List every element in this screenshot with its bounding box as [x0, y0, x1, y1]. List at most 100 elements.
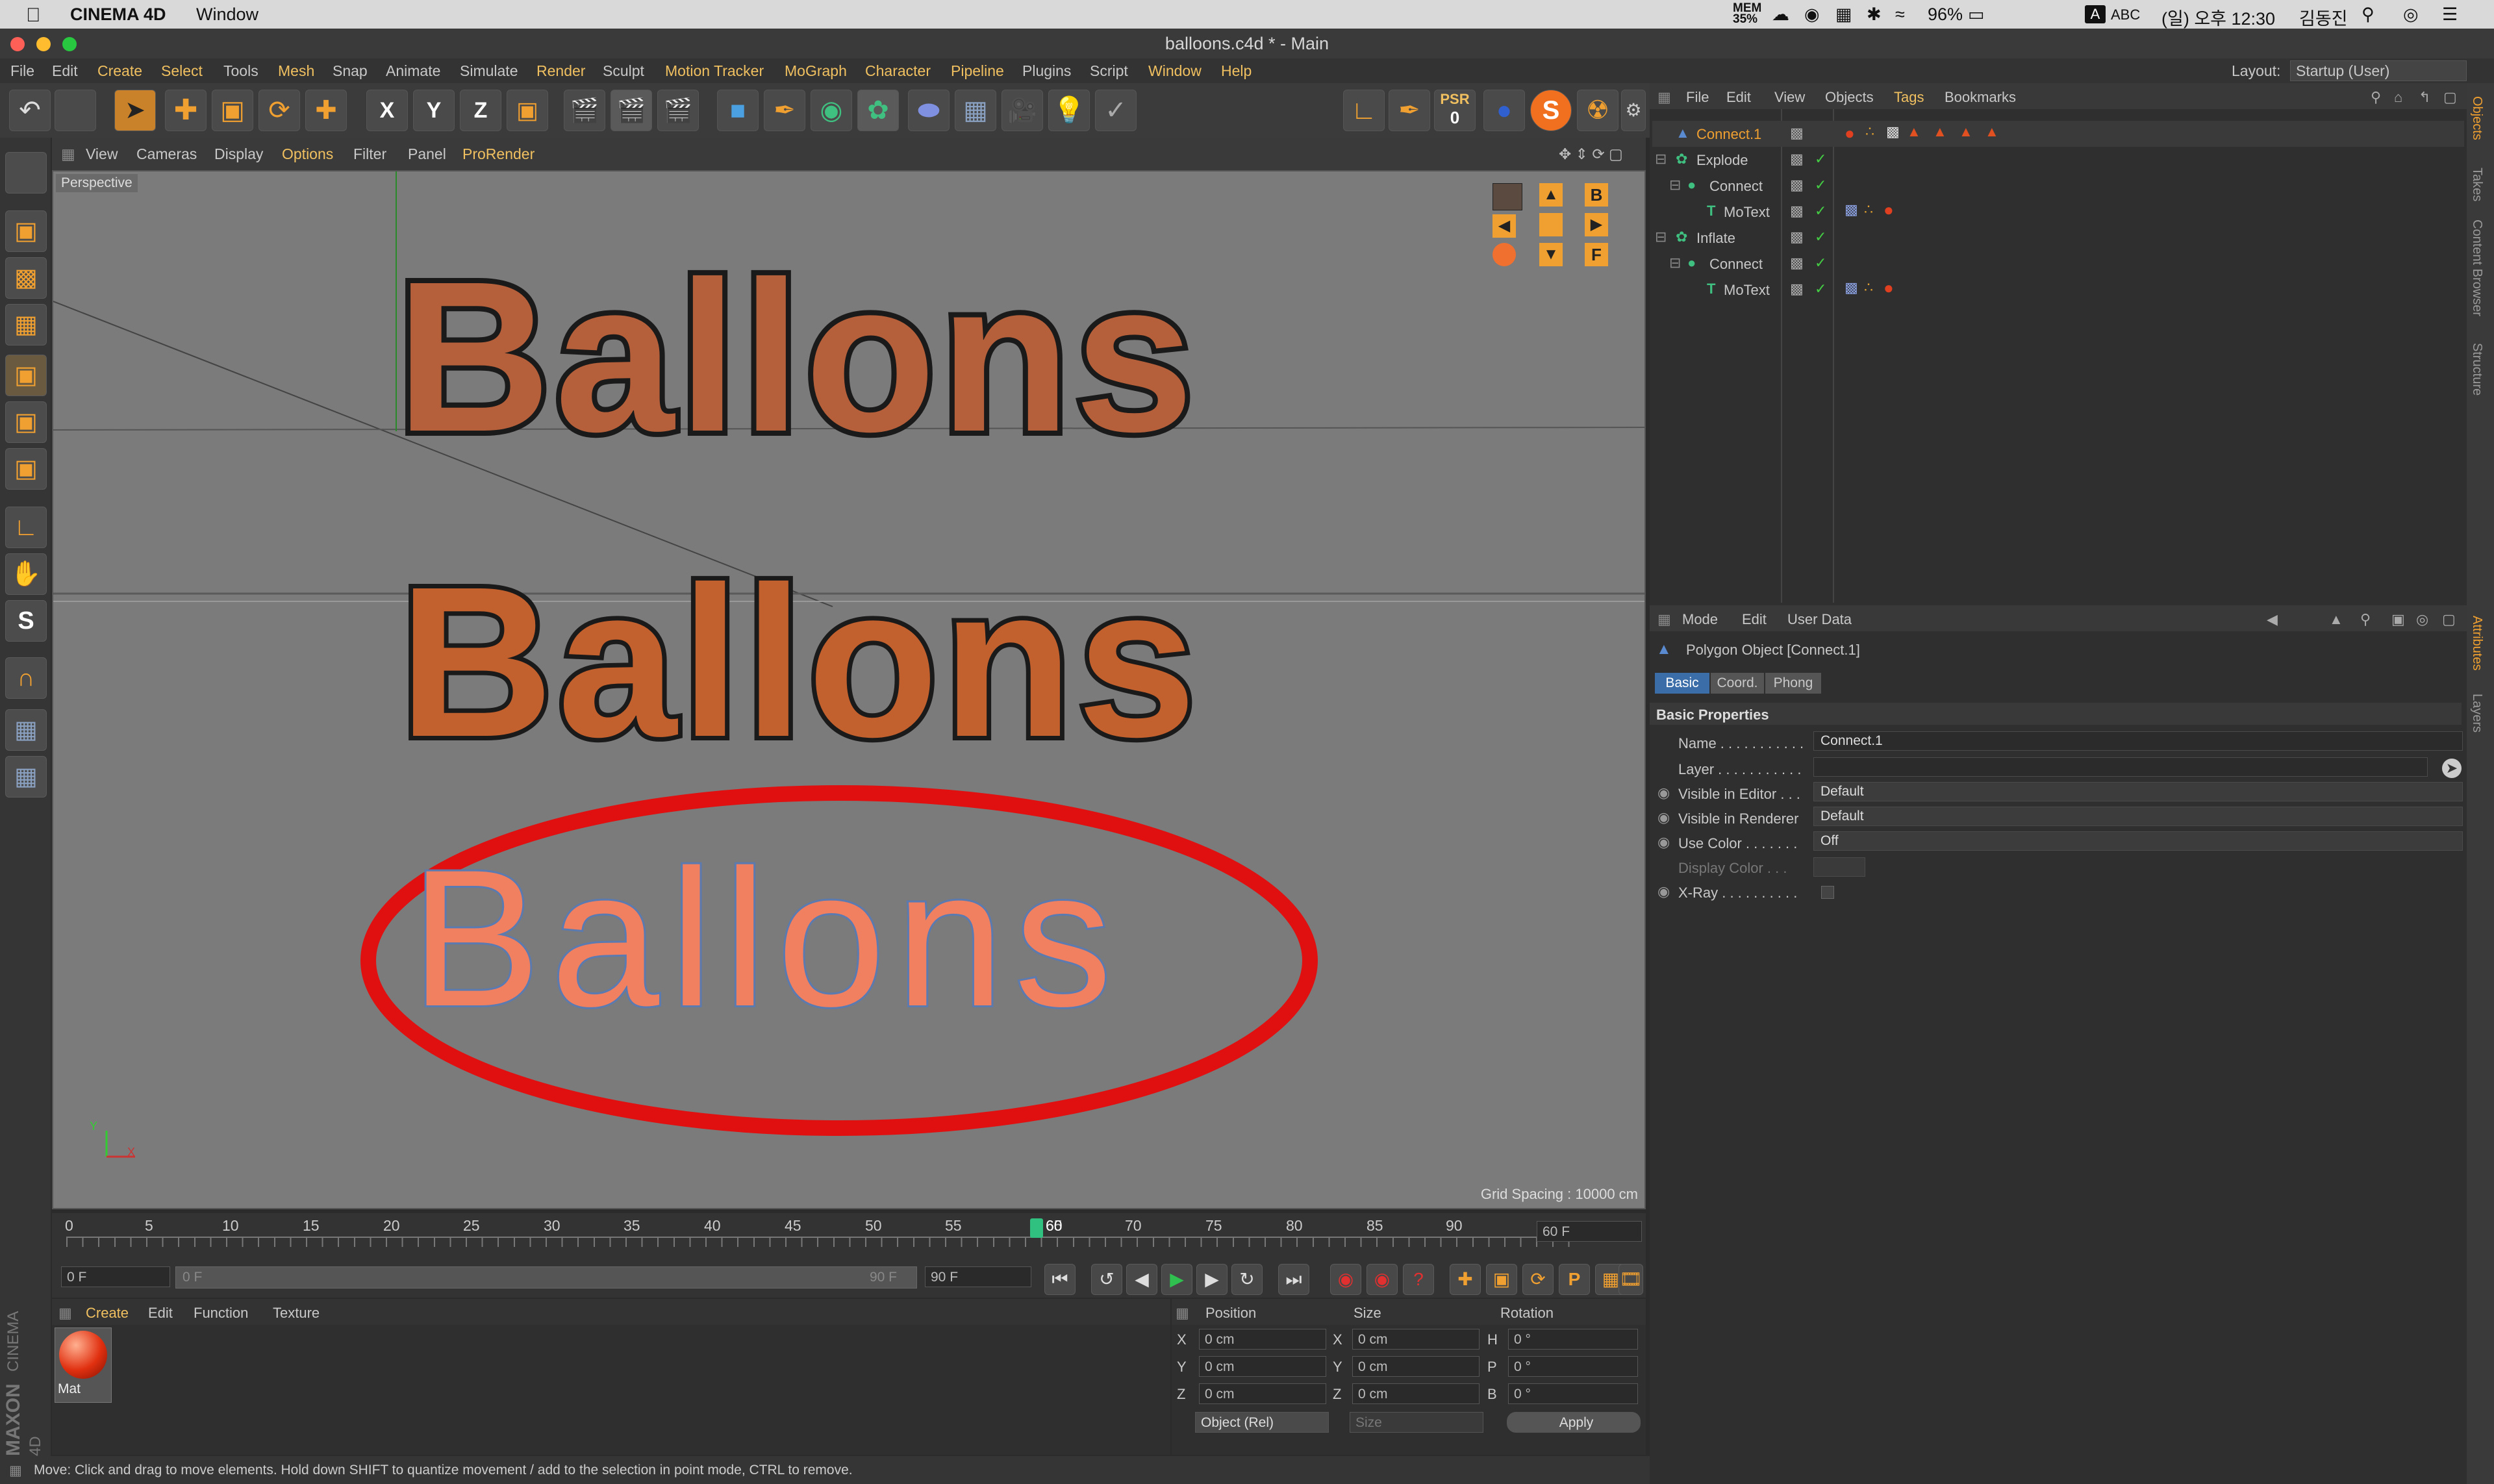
attr-history-icon[interactable]: ◎: [2416, 611, 2428, 628]
menu-animate[interactable]: Animate: [386, 62, 440, 80]
workplane-icon[interactable]: ∟: [1343, 90, 1385, 131]
material-tag-icon[interactable]: ●: [1883, 278, 1894, 298]
nav-front-button[interactable]: F: [1585, 243, 1608, 266]
nav-back-button[interactable]: B: [1585, 183, 1608, 207]
menu-mograph[interactable]: MoGraph: [785, 62, 847, 80]
rot-h-field[interactable]: 0 °: [1508, 1329, 1638, 1350]
nav-up-arrow-icon[interactable]: ▲: [1539, 183, 1563, 207]
menu-edit[interactable]: Edit: [52, 62, 78, 80]
rot-p-field[interactable]: 0 °: [1508, 1356, 1638, 1377]
visibility-toggle-icon[interactable]: ▩: [1790, 255, 1804, 271]
preview-range-slider[interactable]: 0 F 90 F: [175, 1266, 917, 1289]
close-window-button[interactable]: [10, 37, 25, 51]
play-icon[interactable]: ▶: [1161, 1264, 1192, 1295]
object-row-explode[interactable]: ⊟ ✿ Explode ▩ ✓: [1652, 147, 2464, 173]
floor-icon[interactable]: ▦: [955, 90, 996, 131]
visibility-toggle-icon[interactable]: ▩: [1790, 229, 1804, 245]
mograph-selection-tag-icon[interactable]: ▩: [1845, 279, 1858, 296]
next-frame-icon[interactable]: ▶: [1196, 1264, 1228, 1295]
attr-menu-mode[interactable]: Mode: [1682, 611, 1718, 628]
menu-select[interactable]: Select: [161, 62, 203, 80]
attr-up-icon[interactable]: ▲: [2329, 611, 2343, 628]
size-y-field[interactable]: 0 cm: [1352, 1356, 1480, 1377]
nav-center-icon[interactable]: [1539, 213, 1563, 236]
goto-end-icon[interactable]: ⏭: [1278, 1264, 1309, 1295]
attr-new-window-icon[interactable]: ▢: [2442, 611, 2456, 628]
animate-param-icon[interactable]: ◉: [1657, 883, 1670, 900]
selection-tag-icon[interactable]: ▲: [1907, 123, 1921, 140]
xray-checkbox[interactable]: [1821, 886, 1834, 899]
battery-icon[interactable]: ▭: [1968, 5, 1985, 25]
texture-mode-icon[interactable]: ▩: [5, 257, 47, 299]
lock-z-button[interactable]: Z: [460, 90, 501, 131]
lock-y-button[interactable]: Y: [413, 90, 455, 131]
menu-plugins[interactable]: Plugins: [1022, 62, 1071, 80]
material-grip-icon[interactable]: ▦: [58, 1305, 72, 1322]
menu-simulate[interactable]: Simulate: [460, 62, 518, 80]
vp-menu-view[interactable]: View: [86, 145, 118, 163]
menu-script[interactable]: Script: [1090, 62, 1128, 80]
undo-icon[interactable]: ↶: [9, 90, 51, 131]
material-tag-icon[interactable]: ●: [1845, 123, 1855, 144]
grid-icon[interactable]: ▦: [1835, 5, 1852, 25]
enabled-check-icon[interactable]: ✓: [1815, 177, 1826, 194]
attr-lock-icon[interactable]: ▣: [2391, 611, 2405, 628]
nav-right-arrow-icon[interactable]: ▶: [1585, 213, 1608, 236]
side-tab-structure[interactable]: Structure: [2469, 343, 2484, 396]
visibility-toggle-icon[interactable]: ▩: [1790, 151, 1804, 168]
planar-workplane-icon[interactable]: ▦: [5, 756, 47, 798]
size-z-field[interactable]: 0 cm: [1352, 1383, 1480, 1404]
collapse-icon[interactable]: ⊟: [1655, 151, 1667, 168]
timeline-ruler[interactable]: 0 5 10 15 20 25 30 35 40 45 50 55 65 70 …: [52, 1213, 1646, 1255]
light-icon[interactable]: 💡: [1048, 90, 1090, 131]
collapse-icon[interactable]: ⊟: [1669, 255, 1681, 271]
live-selection-icon[interactable]: ✚: [305, 90, 347, 131]
spline-pen-icon[interactable]: ✒: [764, 90, 805, 131]
menu-create[interactable]: Create: [97, 62, 142, 80]
mograph-selection-tag-icon[interactable]: ▩: [1845, 201, 1858, 218]
layer-picker-icon[interactable]: ➤: [2442, 759, 2462, 778]
user-name[interactable]: 김동진: [2299, 5, 2348, 30]
spotlight-icon[interactable]: ⚲: [2362, 5, 2374, 25]
deformer-icon[interactable]: ⬬: [908, 90, 950, 131]
obj-menu-tags[interactable]: Tags: [1894, 89, 1924, 106]
side-tab-objects[interactable]: Objects: [2469, 96, 2484, 140]
menu-mesh[interactable]: Mesh: [278, 62, 314, 80]
obj-menu-objects[interactable]: Objects: [1825, 89, 1874, 106]
model-mode-icon[interactable]: ▣: [5, 210, 47, 252]
record-keys-icon[interactable]: ◉: [1330, 1264, 1361, 1295]
key-position-icon[interactable]: ✚: [1450, 1264, 1481, 1295]
display-color-swatch[interactable]: [1813, 857, 1865, 877]
mat-menu-create[interactable]: Create: [86, 1305, 129, 1322]
attr-back-icon[interactable]: ◀: [2267, 611, 2278, 628]
key-rotation-icon[interactable]: ⟳: [1522, 1264, 1554, 1295]
snap-magnet-icon[interactable]: ∩: [5, 657, 47, 699]
side-tab-content-browser[interactable]: Content Browser: [2469, 220, 2484, 316]
pos-z-field[interactable]: 0 cm: [1199, 1383, 1326, 1404]
workplane-mode-icon[interactable]: ▦: [5, 304, 47, 346]
mat-menu-function[interactable]: Function: [194, 1305, 248, 1322]
attr-menu-edit[interactable]: Edit: [1742, 611, 1767, 628]
enabled-check-icon[interactable]: ✓: [1815, 203, 1826, 220]
toolbar-settings-icon[interactable]: ⚙: [1621, 90, 1646, 131]
tab-coord[interactable]: Coord.: [1711, 673, 1764, 694]
solo-mode-icon[interactable]: S: [5, 600, 47, 642]
subdivision-surface-icon[interactable]: ◉: [811, 90, 852, 131]
make-editable-icon[interactable]: [5, 152, 47, 194]
pos-x-field[interactable]: 0 cm: [1199, 1329, 1326, 1350]
coordinate-system-icon[interactable]: ▣: [507, 90, 548, 131]
camera-icon[interactable]: 🎥: [1001, 90, 1043, 131]
vp-menu-filter[interactable]: Filter: [353, 145, 386, 163]
viewport-grip-icon[interactable]: ▦: [61, 145, 75, 163]
obj-new-window-icon[interactable]: ▢: [2443, 89, 2457, 106]
size-x-field[interactable]: 0 cm: [1352, 1329, 1480, 1350]
vp-menu-cameras[interactable]: Cameras: [136, 145, 197, 163]
side-tab-attributes[interactable]: Attributes: [2469, 616, 2484, 670]
view-navigation-widget[interactable]: ◀ ▲ ▼ B ▶ F: [1493, 183, 1609, 274]
menu-motion-tracker[interactable]: Motion Tracker: [665, 62, 764, 80]
material-tag-icon[interactable]: ●: [1883, 200, 1894, 220]
sculpt-brush-icon[interactable]: ✓: [1095, 90, 1137, 131]
rotate-tool-icon[interactable]: ⟳: [258, 90, 300, 131]
memory-indicator[interactable]: MEM 35%: [1733, 2, 1765, 25]
input-source-icon[interactable]: A: [2085, 5, 2106, 23]
